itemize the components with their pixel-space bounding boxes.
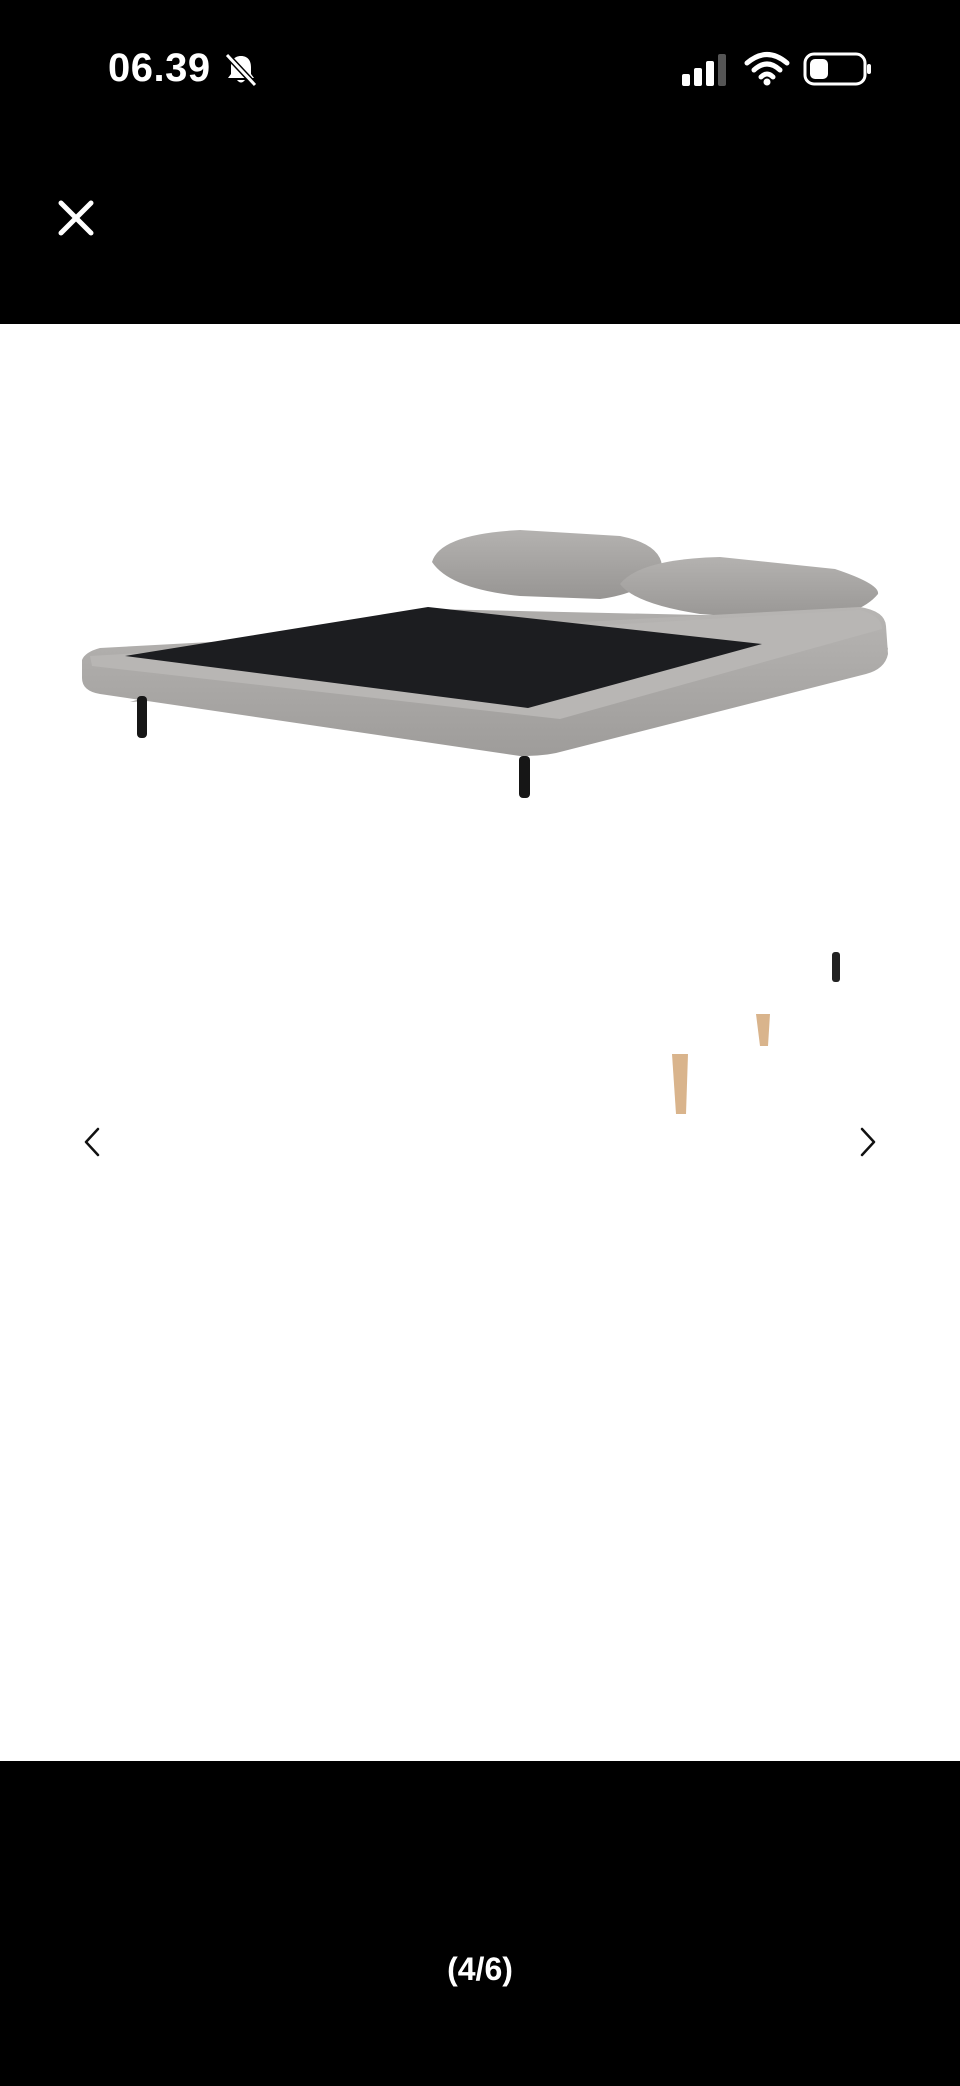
close-icon xyxy=(58,200,94,236)
viewer-bottom-bar: (4/6) xyxy=(0,1761,960,2086)
status-time: 06.39 xyxy=(108,46,211,90)
viewer-top-bar xyxy=(0,140,960,324)
status-bar: 06.39 xyxy=(0,0,960,140)
close-button[interactable] xyxy=(48,190,104,246)
chevron-left-icon xyxy=(84,1127,100,1157)
previous-image-button[interactable] xyxy=(62,1112,122,1172)
wifi-icon xyxy=(744,52,790,86)
page-counter: (4/6) xyxy=(447,1951,513,1987)
product-image xyxy=(82,530,888,1114)
next-image-button[interactable] xyxy=(838,1112,898,1172)
cellular-signal-icon xyxy=(682,54,726,86)
battery-icon xyxy=(803,52,871,86)
chevron-right-icon xyxy=(860,1127,876,1157)
image-viewer[interactable] xyxy=(0,324,960,1761)
bell-slash-icon xyxy=(224,52,258,88)
